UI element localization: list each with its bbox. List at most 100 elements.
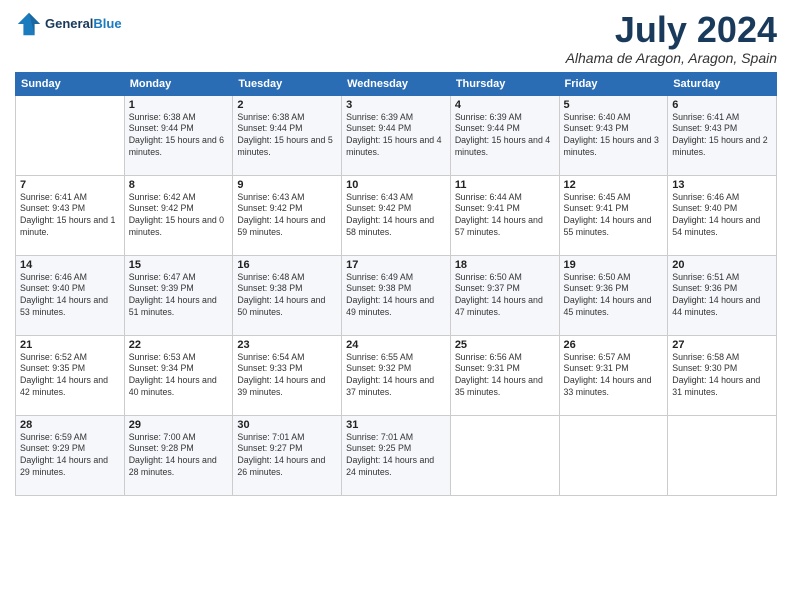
day-number: 20 [672,259,772,271]
day-cell: 13Sunrise: 6:46 AMSunset: 9:40 PMDayligh… [668,175,777,255]
week-row-2: 7Sunrise: 6:41 AMSunset: 9:43 PMDaylight… [16,175,777,255]
day-number: 30 [237,419,337,431]
day-cell: 23Sunrise: 6:54 AMSunset: 9:33 PMDayligh… [233,335,342,415]
day-number: 2 [237,99,337,111]
day-info: Sunrise: 6:48 AMSunset: 9:38 PMDaylight:… [237,272,337,320]
day-cell: 24Sunrise: 6:55 AMSunset: 9:32 PMDayligh… [342,335,451,415]
day-info: Sunrise: 6:52 AMSunset: 9:35 PMDaylight:… [20,352,120,400]
day-cell: 9Sunrise: 6:43 AMSunset: 9:42 PMDaylight… [233,175,342,255]
day-number: 16 [237,259,337,271]
day-cell: 25Sunrise: 6:56 AMSunset: 9:31 PMDayligh… [450,335,559,415]
weekday-saturday: Saturday [668,72,777,95]
day-cell: 26Sunrise: 6:57 AMSunset: 9:31 PMDayligh… [559,335,668,415]
location-title: Alhama de Aragon, Aragon, Spain [566,50,777,66]
weekday-wednesday: Wednesday [342,72,451,95]
day-cell: 12Sunrise: 6:45 AMSunset: 9:41 PMDayligh… [559,175,668,255]
day-number: 10 [346,179,446,191]
day-cell: 15Sunrise: 6:47 AMSunset: 9:39 PMDayligh… [124,255,233,335]
day-info: Sunrise: 6:47 AMSunset: 9:39 PMDaylight:… [129,272,229,320]
day-cell: 14Sunrise: 6:46 AMSunset: 9:40 PMDayligh… [16,255,125,335]
day-info: Sunrise: 6:50 AMSunset: 9:36 PMDaylight:… [564,272,664,320]
weekday-thursday: Thursday [450,72,559,95]
day-cell: 7Sunrise: 6:41 AMSunset: 9:43 PMDaylight… [16,175,125,255]
week-row-4: 21Sunrise: 6:52 AMSunset: 9:35 PMDayligh… [16,335,777,415]
day-info: Sunrise: 6:43 AMSunset: 9:42 PMDaylight:… [237,192,337,240]
day-info: Sunrise: 6:54 AMSunset: 9:33 PMDaylight:… [237,352,337,400]
day-cell: 17Sunrise: 6:49 AMSunset: 9:38 PMDayligh… [342,255,451,335]
weekday-header-row: SundayMondayTuesdayWednesdayThursdayFrid… [16,72,777,95]
weekday-tuesday: Tuesday [233,72,342,95]
day-cell: 22Sunrise: 6:53 AMSunset: 9:34 PMDayligh… [124,335,233,415]
day-cell [668,415,777,495]
header: GeneralBlue July 2024 Alhama de Aragon, … [15,10,777,66]
day-cell: 8Sunrise: 6:42 AMSunset: 9:42 PMDaylight… [124,175,233,255]
day-number: 13 [672,179,772,191]
day-info: Sunrise: 6:44 AMSunset: 9:41 PMDaylight:… [455,192,555,240]
day-info: Sunrise: 6:58 AMSunset: 9:30 PMDaylight:… [672,352,772,400]
day-number: 6 [672,99,772,111]
day-cell: 31Sunrise: 7:01 AMSunset: 9:25 PMDayligh… [342,415,451,495]
weekday-sunday: Sunday [16,72,125,95]
day-number: 11 [455,179,555,191]
day-number: 21 [20,339,120,351]
day-cell: 6Sunrise: 6:41 AMSunset: 9:43 PMDaylight… [668,95,777,175]
logo: GeneralBlue [15,10,122,38]
day-info: Sunrise: 6:46 AMSunset: 9:40 PMDaylight:… [20,272,120,320]
week-row-1: 1Sunrise: 6:38 AMSunset: 9:44 PMDaylight… [16,95,777,175]
day-info: Sunrise: 6:41 AMSunset: 9:43 PMDaylight:… [20,192,120,240]
day-info: Sunrise: 6:46 AMSunset: 9:40 PMDaylight:… [672,192,772,240]
day-number: 27 [672,339,772,351]
day-cell: 3Sunrise: 6:39 AMSunset: 9:44 PMDaylight… [342,95,451,175]
logo-icon [15,10,43,38]
day-info: Sunrise: 6:41 AMSunset: 9:43 PMDaylight:… [672,112,772,160]
day-cell: 16Sunrise: 6:48 AMSunset: 9:38 PMDayligh… [233,255,342,335]
day-number: 31 [346,419,446,431]
day-number: 4 [455,99,555,111]
week-row-3: 14Sunrise: 6:46 AMSunset: 9:40 PMDayligh… [16,255,777,335]
day-cell: 1Sunrise: 6:38 AMSunset: 9:44 PMDaylight… [124,95,233,175]
day-info: Sunrise: 6:42 AMSunset: 9:42 PMDaylight:… [129,192,229,240]
day-info: Sunrise: 6:40 AMSunset: 9:43 PMDaylight:… [564,112,664,160]
weekday-monday: Monday [124,72,233,95]
day-cell: 19Sunrise: 6:50 AMSunset: 9:36 PMDayligh… [559,255,668,335]
day-cell: 30Sunrise: 7:01 AMSunset: 9:27 PMDayligh… [233,415,342,495]
day-number: 7 [20,179,120,191]
day-info: Sunrise: 6:43 AMSunset: 9:42 PMDaylight:… [346,192,446,240]
day-number: 18 [455,259,555,271]
day-number: 29 [129,419,229,431]
day-number: 17 [346,259,446,271]
day-info: Sunrise: 7:01 AMSunset: 9:25 PMDaylight:… [346,432,446,480]
day-cell: 4Sunrise: 6:39 AMSunset: 9:44 PMDaylight… [450,95,559,175]
day-cell: 2Sunrise: 6:38 AMSunset: 9:44 PMDaylight… [233,95,342,175]
day-info: Sunrise: 6:39 AMSunset: 9:44 PMDaylight:… [455,112,555,160]
day-number: 26 [564,339,664,351]
day-cell: 29Sunrise: 7:00 AMSunset: 9:28 PMDayligh… [124,415,233,495]
day-number: 5 [564,99,664,111]
day-cell [450,415,559,495]
logo-blue: Blue [93,16,121,31]
title-block: July 2024 Alhama de Aragon, Aragon, Spai… [566,10,777,66]
day-info: Sunrise: 6:55 AMSunset: 9:32 PMDaylight:… [346,352,446,400]
logo-general: General [45,16,93,31]
day-number: 3 [346,99,446,111]
day-info: Sunrise: 6:38 AMSunset: 9:44 PMDaylight:… [129,112,229,160]
day-info: Sunrise: 6:53 AMSunset: 9:34 PMDaylight:… [129,352,229,400]
day-number: 12 [564,179,664,191]
page: GeneralBlue July 2024 Alhama de Aragon, … [0,0,792,612]
month-title: July 2024 [566,10,777,50]
day-cell: 27Sunrise: 6:58 AMSunset: 9:30 PMDayligh… [668,335,777,415]
day-cell [16,95,125,175]
day-cell: 21Sunrise: 6:52 AMSunset: 9:35 PMDayligh… [16,335,125,415]
day-info: Sunrise: 7:00 AMSunset: 9:28 PMDaylight:… [129,432,229,480]
day-info: Sunrise: 6:45 AMSunset: 9:41 PMDaylight:… [564,192,664,240]
day-cell: 10Sunrise: 6:43 AMSunset: 9:42 PMDayligh… [342,175,451,255]
day-number: 19 [564,259,664,271]
day-info: Sunrise: 6:49 AMSunset: 9:38 PMDaylight:… [346,272,446,320]
day-cell: 11Sunrise: 6:44 AMSunset: 9:41 PMDayligh… [450,175,559,255]
day-number: 14 [20,259,120,271]
day-info: Sunrise: 6:38 AMSunset: 9:44 PMDaylight:… [237,112,337,160]
day-number: 9 [237,179,337,191]
day-number: 15 [129,259,229,271]
day-info: Sunrise: 6:57 AMSunset: 9:31 PMDaylight:… [564,352,664,400]
day-number: 24 [346,339,446,351]
